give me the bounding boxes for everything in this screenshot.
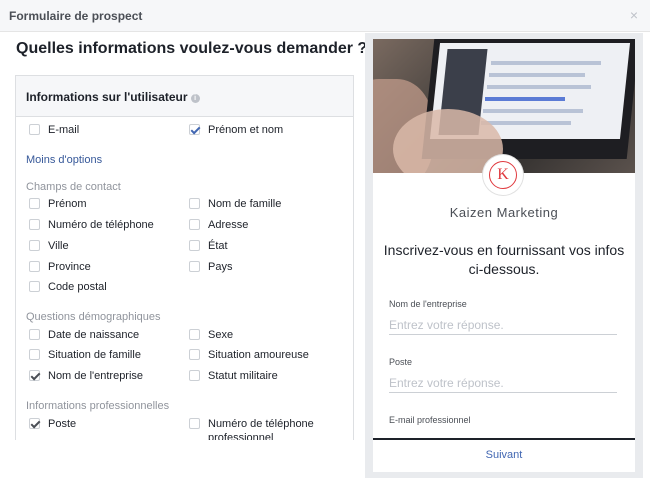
checkbox[interactable] — [29, 281, 40, 292]
checkbox[interactable] — [29, 219, 40, 230]
option-label: Prénom — [48, 198, 87, 210]
option-label: Nom de l'entreprise — [48, 370, 144, 382]
option-label: Date de naissance — [48, 329, 140, 341]
option-label: Ville — [48, 240, 69, 252]
section-contact-fields: Champs de contact — [26, 181, 121, 193]
checkbox[interactable] — [189, 349, 200, 360]
checkbox[interactable] — [189, 418, 200, 429]
section-demographics: Questions démographiques — [26, 311, 161, 323]
option-label: Statut militaire — [208, 370, 278, 382]
form-preview: K Kaizen Marketing Inscrivez-vous en fou… — [365, 33, 643, 478]
brand-name: Kaizen Marketing — [449, 205, 559, 220]
close-icon[interactable]: × — [630, 7, 638, 23]
option-label: Code postal — [48, 281, 107, 293]
checkbox[interactable] — [29, 329, 40, 340]
field-label-company: Nom de l'entreprise — [389, 299, 467, 309]
option-label: État — [208, 240, 228, 252]
option-label: Pays — [208, 261, 233, 273]
checkbox[interactable] — [189, 329, 200, 340]
option-label: Province — [48, 261, 91, 273]
checkbox[interactable] — [29, 240, 40, 251]
hero-image — [373, 39, 635, 173]
question-heading: Quelles informations voulez-vous demande… — [16, 40, 368, 57]
company-input[interactable]: Entrez votre réponse. — [389, 315, 617, 335]
option-label: Sexe — [208, 329, 234, 341]
dialog-title: Formulaire de prospect — [9, 9, 143, 23]
checkbox[interactable] — [29, 124, 40, 135]
option-label: Adresse — [208, 219, 249, 231]
checkbox[interactable] — [29, 349, 40, 360]
user-info-panel: Informations sur l'utilisateur i E-mail P… — [15, 75, 354, 440]
form-headline: Inscrivez-vous en fournissant vos infos … — [383, 242, 625, 277]
brand-logo: K — [483, 155, 523, 195]
preview-card: K Kaizen Marketing Inscrivez-vous en fou… — [373, 39, 635, 472]
checkbox[interactable] — [29, 261, 40, 272]
field-label-position: Poste — [389, 357, 413, 367]
logo-icon: K — [489, 161, 517, 189]
lead-form-dialog: Formulaire de prospect × Quelles informa… — [0, 0, 650, 481]
panel-header: Informations sur l'utilisateur i — [16, 76, 353, 117]
option-label: Situation de famille — [48, 349, 141, 361]
section-professional: Informations professionnelles — [26, 400, 170, 412]
checkbox[interactable] — [189, 219, 200, 230]
checkbox-checked[interactable] — [29, 418, 40, 429]
less-options-link[interactable]: Moins d'options — [26, 154, 102, 166]
checkbox[interactable] — [189, 198, 200, 209]
option-label: Nom de famille — [208, 198, 282, 210]
checkbox[interactable] — [189, 261, 200, 272]
checkbox[interactable] — [189, 240, 200, 251]
option-label: Numéro de téléphone — [48, 219, 154, 231]
dialog-titlebar: Formulaire de prospect × — [0, 0, 650, 32]
position-input[interactable]: Entrez votre réponse. — [389, 373, 617, 393]
checkbox[interactable] — [189, 370, 200, 381]
panel-header-label: Informations sur l'utilisateur — [26, 90, 188, 104]
option-label: Poste — [48, 418, 77, 430]
info-icon[interactable]: i — [190, 94, 200, 103]
scroll-divider — [373, 438, 635, 440]
checkbox[interactable] — [29, 198, 40, 209]
option-label: Numéro de téléphone professionnel — [208, 418, 314, 440]
checkbox-checked[interactable] — [189, 124, 200, 135]
field-label-work-email: E-mail professionnel — [389, 415, 471, 425]
option-label: E-mail — [48, 124, 80, 136]
checkbox-checked[interactable] — [29, 370, 40, 381]
option-label: Prénom et nom — [208, 124, 284, 136]
next-button[interactable]: Suivant — [373, 449, 635, 465]
option-label: Situation amoureuse — [208, 349, 309, 361]
